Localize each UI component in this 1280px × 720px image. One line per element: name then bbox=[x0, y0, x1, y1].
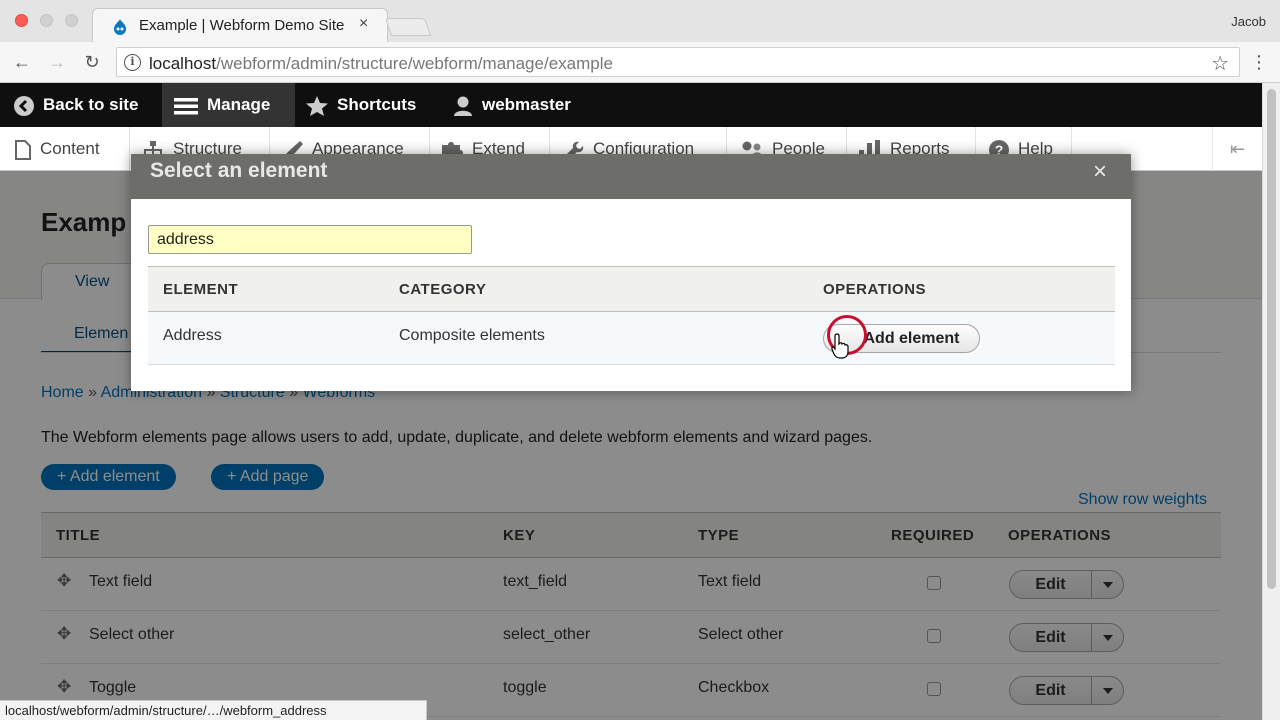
manage-label: Manage bbox=[207, 95, 271, 114]
add-element-button[interactable]: Add element bbox=[823, 324, 980, 353]
browser-tab-strip: Example | Webform Demo Site × Jacob bbox=[0, 0, 1280, 42]
tray-label-content: Content bbox=[40, 139, 100, 158]
zoom-window-button[interactable] bbox=[65, 14, 78, 27]
document-icon bbox=[15, 139, 31, 160]
shortcuts-label: Shortcuts bbox=[337, 95, 417, 114]
new-tab-button[interactable] bbox=[384, 18, 432, 36]
admin-toolbar: Back to site Manage Shortcuts webmaster bbox=[0, 83, 1262, 127]
info-icon[interactable]: i bbox=[124, 54, 141, 71]
address-bar[interactable]: i localhost/webform/admin/structure/webf… bbox=[116, 47, 1240, 77]
element-filter-input[interactable] bbox=[148, 225, 472, 254]
browser-menu-icon[interactable]: ⋮ bbox=[1250, 51, 1268, 73]
url-text[interactable]: localhost/webform/admin/structure/webfor… bbox=[149, 54, 613, 74]
tab-close-icon[interactable]: × bbox=[359, 15, 368, 33]
back-arrow-icon[interactable]: ← bbox=[11, 51, 33, 73]
column-header-element: ELEMENT bbox=[163, 281, 239, 298]
column-header-category: CATEGORY bbox=[399, 281, 487, 298]
reload-icon[interactable]: ↻ bbox=[81, 51, 103, 73]
tray-item-content[interactable]: Content bbox=[0, 127, 130, 171]
user-menu[interactable]: webmaster bbox=[452, 83, 571, 127]
minimize-window-button[interactable] bbox=[40, 14, 53, 27]
url-host: localhost bbox=[149, 54, 217, 73]
element-table-header: ELEMENT CATEGORY OPERATIONS bbox=[148, 266, 1115, 312]
back-arrow-icon bbox=[14, 95, 34, 116]
tab-title: Example | Webform Demo Site bbox=[139, 17, 345, 34]
profile-name[interactable]: Jacob bbox=[1231, 14, 1266, 29]
shortcuts-menu[interactable]: Shortcuts bbox=[305, 83, 416, 127]
bookmark-star-icon[interactable]: ☆ bbox=[1211, 51, 1229, 76]
user-icon bbox=[454, 96, 472, 116]
url-path: /webform/admin/structure/webform/manage/… bbox=[216, 54, 613, 73]
link-status-bar: localhost/webform/admin/structure/…/webf… bbox=[0, 700, 427, 720]
dialog-body: ELEMENT CATEGORY OPERATIONS Address Comp… bbox=[131, 199, 1131, 391]
table-row: Address Composite elements Add element bbox=[148, 312, 1115, 365]
dialog-title-bar[interactable]: Select an element × bbox=[131, 154, 1131, 199]
browser-toolbar: ← → ↻ i localhost/webform/admin/structur… bbox=[0, 42, 1280, 83]
hamburger-icon bbox=[174, 97, 198, 115]
dialog-title: Select an element bbox=[150, 159, 328, 182]
select-element-dialog: Select an element × ELEMENT CATEGORY OPE… bbox=[131, 154, 1131, 391]
row-category: Composite elements bbox=[399, 327, 545, 344]
back-to-site-link[interactable]: Back to site bbox=[13, 83, 138, 127]
row-element: Address bbox=[163, 327, 222, 344]
column-header-operations: OPERATIONS bbox=[823, 281, 927, 298]
forward-arrow-icon[interactable]: → bbox=[46, 51, 68, 73]
manage-menu[interactable]: Manage bbox=[162, 83, 295, 127]
close-icon[interactable]: × bbox=[1093, 158, 1107, 186]
drupal-favicon-icon bbox=[114, 19, 126, 35]
element-select-table: ELEMENT CATEGORY OPERATIONS Address Comp… bbox=[148, 266, 1115, 365]
star-icon bbox=[306, 95, 328, 116]
browser-tab[interactable]: Example | Webform Demo Site × bbox=[92, 8, 388, 42]
user-label: webmaster bbox=[482, 95, 571, 114]
add-element-label: Add element bbox=[863, 330, 960, 347]
scrollbar-thumb[interactable] bbox=[1267, 89, 1276, 589]
back-to-site-label: Back to site bbox=[43, 95, 139, 114]
collapse-tray-icon[interactable]: ⇤ bbox=[1212, 127, 1262, 171]
page-scrollbar[interactable] bbox=[1262, 83, 1280, 720]
close-window-button[interactable] bbox=[15, 14, 28, 27]
